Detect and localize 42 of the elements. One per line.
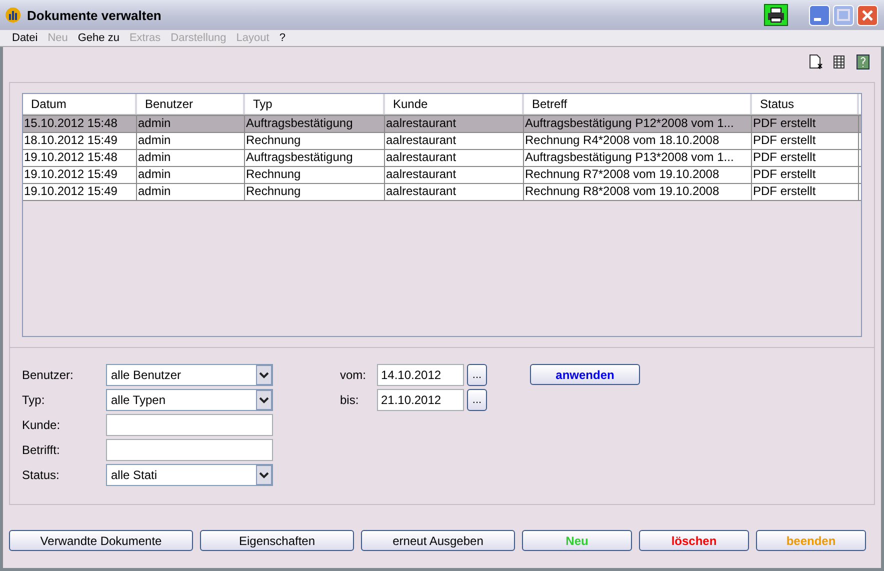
table-cell: PDF erstellt bbox=[752, 184, 859, 200]
menu-item[interactable]: ? bbox=[274, 30, 290, 46]
action-button[interactable]: erneut Ausgeben bbox=[361, 530, 515, 551]
table-row[interactable]: 19.10.2012 15:48 admin Auftragsbestätigung aalrestaurant Auftragsbestätigung P13*2008 vom 1... PDF erstellt bbox=[23, 149, 861, 166]
dropdown[interactable]: alle Typen bbox=[106, 389, 273, 411]
table-row[interactable]: 19.10.2012 15:49 admin Rechnung aalrestaurant Rechnung R8*2008 vom 19.10.2008 PDF erstellt bbox=[23, 183, 861, 201]
app-icon bbox=[5, 7, 21, 23]
printer-icon[interactable] bbox=[764, 4, 788, 26]
apply-button[interactable]: anwenden bbox=[530, 364, 640, 385]
table-cell: Rechnung bbox=[245, 184, 385, 200]
action-button[interactable]: Eigenschaften bbox=[200, 530, 354, 551]
menu-item[interactable]: Datei bbox=[7, 30, 43, 46]
new-document-icon[interactable] bbox=[807, 54, 823, 70]
date-picker-button[interactable]: ... bbox=[467, 389, 487, 411]
field-label: Benutzer: bbox=[22, 368, 74, 382]
field-label: vom: bbox=[340, 368, 368, 382]
dropdown[interactable]: alle Benutzer bbox=[106, 364, 273, 386]
field-label: Typ: bbox=[22, 393, 46, 407]
window-title: Dokumente verwalten bbox=[27, 8, 162, 22]
minimize-button[interactable] bbox=[809, 4, 830, 26]
date-field[interactable]: 14.10.2012 bbox=[377, 364, 464, 386]
dropdown[interactable]: alle Stati bbox=[106, 464, 273, 486]
grid-icon[interactable] bbox=[831, 54, 847, 70]
date-field[interactable]: 21.10.2012 bbox=[377, 389, 464, 411]
table-row[interactable]: 15.10.2012 15:48 admin Auftragsbestätigung aalrestaurant Auftragsbestätigung P12*2008 vom 1... PDF erstellt bbox=[23, 115, 861, 132]
close-button[interactable] bbox=[857, 4, 878, 26]
table-cell: aalrestaurant bbox=[385, 184, 524, 200]
input-field[interactable] bbox=[106, 439, 273, 461]
input-field[interactable] bbox=[106, 414, 273, 436]
date-picker-button[interactable]: ... bbox=[467, 364, 487, 386]
action-button[interactable]: Verwandte Dokumente bbox=[9, 530, 193, 551]
field-label: Kunde: bbox=[22, 418, 62, 432]
field-label: bis: bbox=[340, 393, 360, 407]
field-label: Betrifft: bbox=[22, 443, 61, 457]
table-cell: 19.10.2012 15:49 bbox=[23, 184, 137, 200]
menu-item[interactable]: Gehe zu bbox=[72, 30, 124, 46]
table-cell: Rechnung R8*2008 vom 19.10.2008 bbox=[524, 184, 752, 200]
table-cell: admin bbox=[137, 184, 245, 200]
table-row[interactable]: 18.10.2012 15:49 admin Rechnung aalrestaurant Rechnung R4*2008 vom 18.10.2008 PDF erstellt bbox=[23, 132, 861, 149]
help-icon[interactable] bbox=[855, 54, 871, 70]
table-row[interactable]: 19.10.2012 15:49 admin Rechnung aalrestaurant Rechnung R7*2008 vom 19.10.2008 PDF erstellt bbox=[23, 166, 861, 183]
field-label: Status: bbox=[22, 468, 60, 482]
